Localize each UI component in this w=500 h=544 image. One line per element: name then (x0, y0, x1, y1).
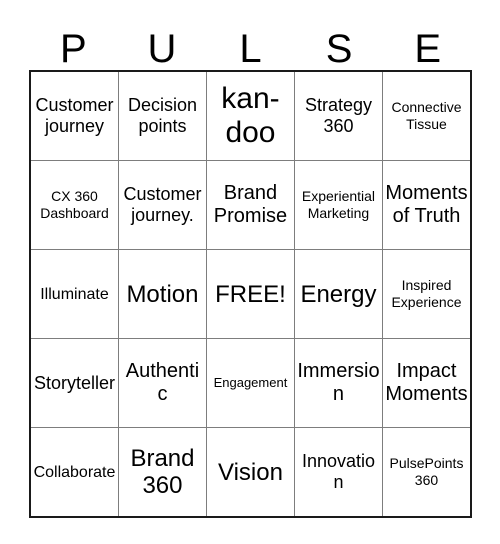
bingo-cell[interactable]: Vision (205, 427, 295, 518)
header-letter-u: U (147, 27, 177, 71)
bingo-cell[interactable]: Customer journey. (117, 160, 207, 250)
bingo-cell[interactable]: Impact Moments (381, 338, 472, 428)
bingo-cell-label: Customer journey (35, 95, 114, 136)
bingo-cell-label: kan-doo (221, 82, 280, 149)
bingo-cell-label: Decision points (127, 95, 197, 136)
bingo-cell-label: Brand Promise (213, 182, 288, 227)
bingo-cell[interactable]: Customer journey (29, 70, 119, 161)
bingo-row: Illuminate Motion FREE! Energy Inspired … (29, 249, 472, 339)
bingo-cell[interactable]: Strategy 360 (293, 70, 383, 161)
bingo-cell[interactable]: Innovation (293, 427, 383, 518)
bingo-card: P U L S E Customer journey Decision poin… (29, 12, 472, 518)
bingo-cell-label: Brand 360 (130, 445, 195, 499)
bingo-cell[interactable]: Decision points (117, 70, 207, 161)
bingo-cell[interactable]: Immersion (293, 338, 383, 428)
bingo-row: CX 360 Dashboard Customer journey. Brand… (29, 160, 472, 250)
bingo-cell-label: Moments of Truth (385, 182, 468, 227)
bingo-cell-label: Collaborate (33, 463, 116, 481)
header-letter-l: L (239, 27, 262, 71)
bingo-cell[interactable]: Authentic (117, 338, 207, 428)
bingo-free-label: FREE! (215, 280, 286, 308)
bingo-cell[interactable]: Engagement (205, 338, 295, 428)
bingo-cell-label: Vision (218, 458, 283, 486)
bingo-cell-label: Authentic (125, 360, 200, 405)
bingo-cell-label: Immersion (297, 360, 380, 405)
bingo-cell-label: Energy (300, 280, 377, 308)
bingo-cell-label: Experiential Marketing (301, 188, 376, 221)
bingo-cell[interactable]: PulsePoints 360 (381, 427, 472, 518)
bingo-cell[interactable]: Brand Promise (205, 160, 295, 250)
bingo-cell[interactable]: Energy (293, 249, 383, 339)
bingo-cell-free[interactable]: FREE! (205, 249, 295, 339)
bingo-grid: Customer journey Decision points kan-doo… (29, 70, 472, 518)
header-letter-s: S (325, 27, 353, 71)
bingo-cell[interactable]: Connective Tissue (381, 70, 472, 161)
bingo-cell[interactable]: CX 360 Dashboard (29, 160, 119, 250)
bingo-row: Customer journey Decision points kan-doo… (29, 70, 472, 161)
bingo-cell[interactable]: Brand 360 (117, 427, 207, 518)
bingo-cell[interactable]: Motion (117, 249, 207, 339)
header-letter-p: P (59, 27, 87, 71)
bingo-cell[interactable]: Moments of Truth (381, 160, 472, 250)
bingo-cell-label: Customer journey. (123, 184, 202, 225)
bingo-cell[interactable]: kan-doo (205, 70, 295, 161)
bingo-cell[interactable]: Collaborate (29, 427, 119, 518)
bingo-cell[interactable]: Experiential Marketing (293, 160, 383, 250)
bingo-cell-label: Connective Tissue (391, 99, 462, 132)
bingo-cell-label: Strategy 360 (304, 95, 372, 136)
bingo-cell-label: Innovation (301, 451, 375, 492)
bingo-cell-label: Inspired Experience (391, 277, 462, 310)
bingo-cell[interactable]: Storyteller (29, 338, 119, 428)
bingo-cell-label: Impact Moments (385, 360, 468, 405)
bingo-cell-label: Engagement (213, 375, 288, 390)
bingo-cell-label: PulsePoints 360 (389, 455, 464, 488)
bingo-cell[interactable]: Illuminate (29, 249, 119, 339)
bingo-cell-label: Motion (126, 280, 199, 308)
bingo-row: Collaborate Brand 360 Vision Innovation … (29, 427, 472, 518)
bingo-cell-label: CX 360 Dashboard (40, 188, 109, 221)
bingo-cell-label: Storyteller (33, 372, 115, 393)
bingo-cell-label: Illuminate (40, 285, 109, 303)
bingo-card-header: P U L S E (29, 12, 472, 70)
bingo-row: Storyteller Authentic Engagement Immersi… (29, 338, 472, 428)
header-letter-e: E (414, 27, 442, 71)
bingo-cell[interactable]: Inspired Experience (381, 249, 472, 339)
